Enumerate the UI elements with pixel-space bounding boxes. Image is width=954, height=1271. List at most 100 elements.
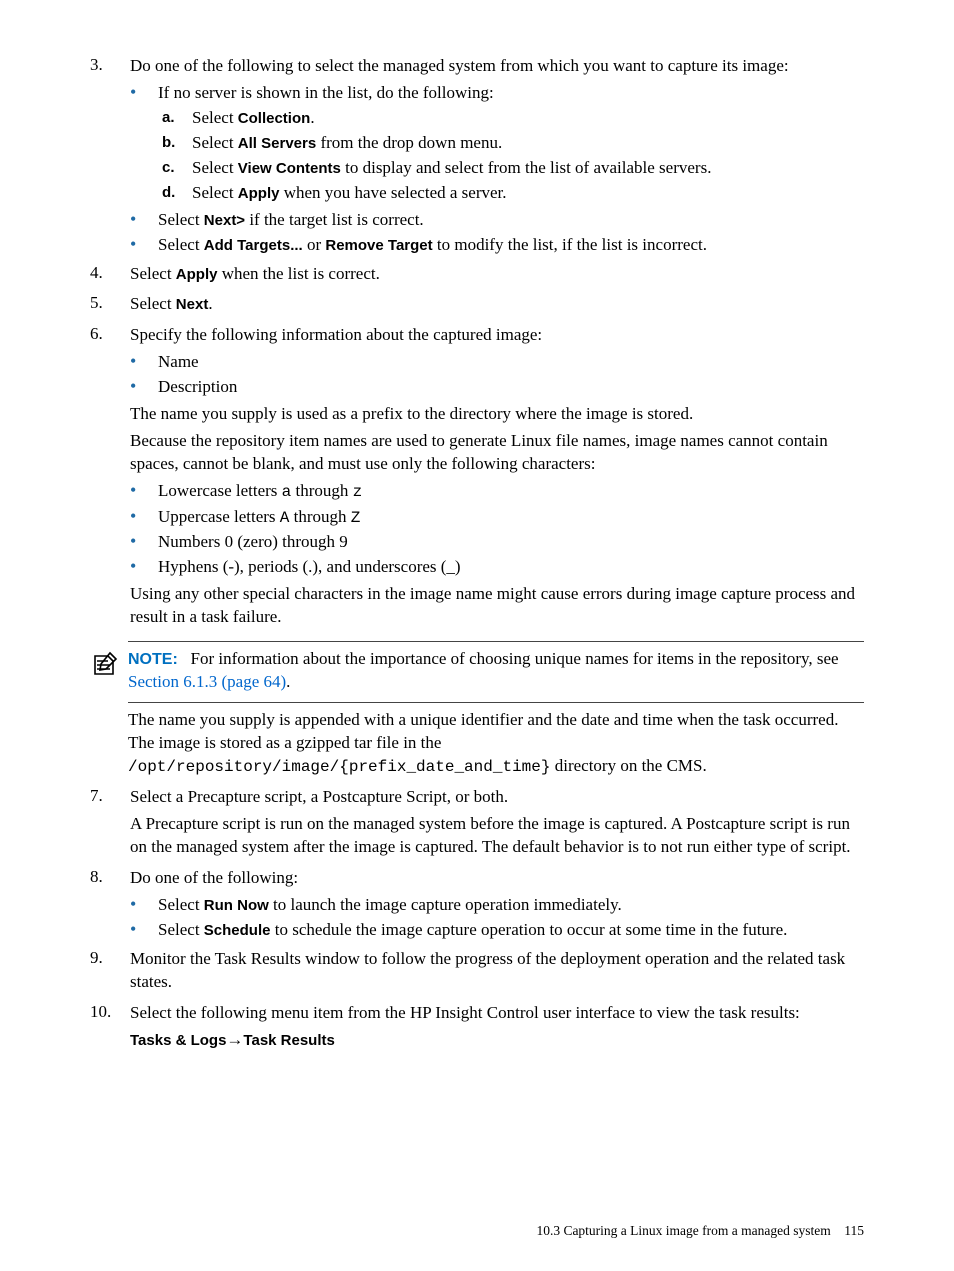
divider — [128, 702, 864, 703]
step-number: 3. — [90, 55, 130, 259]
step-number: 8. — [90, 867, 130, 944]
bold-text: Apply — [238, 185, 280, 202]
mono-text: A — [280, 509, 290, 527]
path-segment: Task Results — [243, 1032, 334, 1049]
step-body: Select the following menu item from the … — [130, 1002, 864, 1056]
letter-body: Select Collection. — [192, 107, 864, 130]
step-3: 3. Do one of the following to select the… — [90, 55, 864, 259]
step-10: 10. Select the following menu item from … — [90, 1002, 864, 1056]
bold-text: Collection — [238, 110, 311, 127]
bullet-text: Name — [158, 351, 864, 374]
letter-body: Select All Servers from the drop down me… — [192, 132, 864, 155]
paragraph: Using any other special characters in th… — [130, 583, 864, 629]
bold-text: Next — [176, 296, 209, 313]
bold-text: Run Now — [204, 897, 269, 914]
note-label: NOTE: — [128, 651, 178, 668]
bullet-body: Select Add Targets... or Remove Target t… — [158, 234, 864, 257]
letter-label: b. — [162, 132, 192, 155]
step-number: 4. — [90, 263, 130, 290]
bullet-text: Uppercase letters A through Z — [158, 506, 864, 530]
step-number: 5. — [90, 293, 130, 320]
text: Select — [158, 210, 204, 229]
text: directory on the CMS. — [550, 756, 706, 775]
bullet-icon: • — [130, 894, 158, 917]
step-7: 7. Select a Precapture script, a Postcap… — [90, 786, 864, 863]
footer-section: 10.3 Capturing a Linux image from a mana… — [536, 1223, 830, 1238]
bullet-item: •Select Schedule to schedule the image c… — [130, 919, 864, 942]
text: For information about the importance of … — [191, 649, 839, 668]
text: to schedule the image capture operation … — [270, 920, 787, 939]
letter-body: Select Apply when you have selected a se… — [192, 182, 864, 205]
bold-text: View Contents — [238, 160, 341, 177]
bullet-item: • Select Next> if the target list is cor… — [130, 209, 864, 232]
mono-text: z — [353, 483, 363, 501]
text: Select — [130, 294, 176, 313]
step-4: 4. Select Apply when the list is correct… — [90, 263, 864, 290]
bullet-icon: • — [130, 531, 158, 554]
text: Select — [158, 895, 204, 914]
bullet-icon: • — [130, 82, 158, 207]
text: to launch the image capture operation im… — [269, 895, 622, 914]
bullet-item: •Hyphens (-), periods (.), and underscor… — [130, 556, 864, 579]
text: Select — [130, 264, 176, 283]
step-5: 5. Select Next. — [90, 293, 864, 320]
paragraph: Do one of the following: — [130, 867, 864, 890]
path-segment: Tasks & Logs — [130, 1032, 226, 1049]
bullet-icon: • — [130, 376, 158, 399]
page-footer: 10.3 Capturing a Linux image from a mana… — [90, 1223, 864, 1239]
bullet-icon: • — [130, 234, 158, 257]
mono-text: a — [282, 483, 292, 501]
step-body: Do one of the following: •Select Run Now… — [130, 867, 864, 944]
menu-path: Tasks & Logs→Task Results — [130, 1029, 864, 1052]
bullet-item: •Lowercase letters a through z — [130, 480, 864, 504]
step-body: Do one of the following to select the ma… — [130, 55, 864, 259]
bold-text: Schedule — [204, 922, 271, 939]
bullet-text: Lowercase letters a through z — [158, 480, 864, 504]
paragraph: Monitor the Task Results window to follo… — [130, 948, 864, 994]
bullet-text: Hyphens (-), periods (.), and underscore… — [158, 556, 864, 579]
bullet-icon: • — [130, 351, 158, 374]
step-body: Select Next. — [130, 293, 864, 320]
mono-text: /opt/repository/image/{prefix_date_and_t… — [128, 758, 550, 776]
paragraph: Select the following menu item from the … — [130, 1002, 864, 1025]
letter-item: c. Select View Contents to display and s… — [162, 157, 864, 180]
text: . — [286, 672, 290, 691]
letter-item: a. Select Collection. — [162, 107, 864, 130]
footer-page: 115 — [844, 1223, 864, 1238]
bullet-item: •Select Run Now to launch the image capt… — [130, 894, 864, 917]
bullet-item: •Uppercase letters A through Z — [130, 506, 864, 530]
bullet-body: Select Run Now to launch the image captu… — [158, 894, 864, 917]
letter-body: Select View Contents to display and sele… — [192, 157, 864, 180]
bullet-icon: • — [130, 480, 158, 504]
step-body: Select a Precapture script, a Postcaptur… — [130, 786, 864, 863]
bullet-body: If no server is shown in the list, do th… — [158, 82, 864, 207]
text: when the list is correct. — [217, 264, 379, 283]
note-body: NOTE: For information about the importan… — [128, 648, 864, 694]
bullet-item: •Description — [130, 376, 864, 399]
text: from the drop down menu. — [316, 133, 502, 152]
step-body: Select Apply when the list is correct. — [130, 263, 864, 290]
paragraph: Because the repository item names are us… — [130, 430, 864, 476]
text: Select — [158, 235, 204, 254]
paragraph: Select a Precapture script, a Postcaptur… — [130, 786, 864, 809]
page: 3. Do one of the following to select the… — [0, 0, 954, 1271]
bullet-text: If no server is shown in the list, do th… — [158, 83, 494, 102]
bullet-item: • Select Add Targets... or Remove Target… — [130, 234, 864, 257]
step-number: 7. — [90, 786, 130, 863]
bold-text: Remove Target — [325, 237, 432, 254]
link[interactable]: Section 6.1.3 (page 64) — [128, 672, 286, 691]
step-number: 10. — [90, 1002, 130, 1056]
arrow-icon: → — [226, 1030, 243, 1049]
step-number: 6. — [90, 324, 130, 633]
letter-label: d. — [162, 182, 192, 205]
note-block: NOTE: For information about the importan… — [90, 648, 864, 694]
paragraph: The name you supply is appended with a u… — [128, 709, 864, 778]
text: or — [303, 235, 326, 254]
bullet-text: Numbers 0 (zero) through 9 — [158, 531, 864, 554]
text: to modify the list, if the list is incor… — [433, 235, 707, 254]
text: Uppercase letters — [158, 507, 280, 526]
text: when you have selected a server. — [279, 183, 506, 202]
text: Select — [192, 183, 238, 202]
bold-text: Next> — [204, 212, 245, 229]
letter-item: d. Select Apply when you have selected a… — [162, 182, 864, 205]
